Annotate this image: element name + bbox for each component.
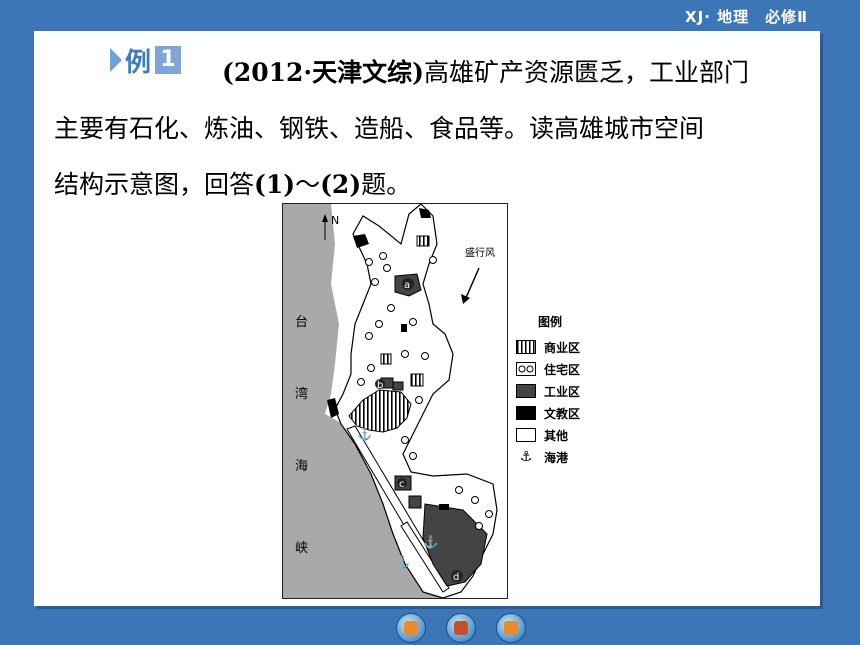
- marker-a: a: [404, 280, 410, 291]
- legend-label: 住宅区: [544, 362, 581, 377]
- question-ref-2: (2): [320, 170, 362, 199]
- legend-label: 工业区: [544, 384, 581, 399]
- map-legend: 图例 商业区 住宅区 工业区 文教区 其他 ⚓ 海港: [516, 313, 580, 468]
- legend-item-industrial: 工业区: [516, 380, 580, 402]
- question-line-1-text: 高雄矿产资源匮乏，工业部门: [423, 58, 749, 87]
- slide-navigation: [396, 613, 526, 643]
- question-source: (2012·天津文综): [222, 58, 424, 87]
- question-line-3: 结构示意图，回答(1)～(2)题。: [54, 165, 411, 201]
- home-button[interactable]: [446, 613, 476, 643]
- education-swatch: [516, 406, 536, 420]
- back-arrow-icon: [404, 621, 418, 635]
- marker-c: c: [399, 479, 405, 490]
- legend-title: 图例: [538, 315, 563, 329]
- forward-arrow-icon: [504, 621, 518, 635]
- question-tilde: ～: [295, 170, 321, 199]
- legend-item-other: 其他: [516, 424, 580, 446]
- industrial-zone-c2: [408, 495, 422, 509]
- anchor-icon: ⚓: [423, 535, 438, 549]
- legend-item-port: ⚓ 海港: [516, 446, 580, 468]
- legend-item-education: 文教区: [516, 402, 580, 424]
- strait-char: 台: [295, 315, 308, 330]
- north-label: N: [331, 214, 339, 227]
- commercial-swatch: [516, 340, 536, 354]
- strait-char: 湾: [295, 386, 308, 402]
- wind-arrow-icon: [464, 267, 480, 301]
- home-icon: [454, 621, 468, 635]
- other-swatch: [516, 428, 536, 442]
- legend-label: 商业区: [544, 340, 581, 355]
- strait-char: 海: [295, 459, 308, 474]
- question-line-3-text: 结构示意图，回答: [54, 170, 255, 199]
- legend-label: 其他: [544, 428, 569, 443]
- legend-label: 文教区: [544, 406, 581, 421]
- industrial-swatch: [516, 384, 536, 398]
- strait-char: 峡: [295, 541, 308, 556]
- industrial-zone-b2: [392, 381, 404, 391]
- previous-button[interactable]: [396, 613, 426, 643]
- wind-label: 盛行风: [465, 246, 495, 259]
- city-structure-map: ⚓ ⚓ ⚓ a b c d N 盛行风 台 湾 海 峡: [282, 203, 508, 599]
- wind-arrowhead-icon: [461, 294, 470, 304]
- commercial-zone-2: [380, 353, 392, 365]
- example-word: 例: [125, 47, 152, 78]
- marker-b: b: [377, 380, 383, 391]
- anchor-icon: ⚓: [357, 427, 372, 441]
- marker-d: d: [453, 572, 459, 583]
- residential-swatch: [516, 362, 536, 376]
- commercial-zone-north: [416, 235, 430, 247]
- legend-label: 海港: [544, 450, 569, 465]
- education-zone-2: [419, 208, 431, 218]
- question-line-3-end: 题。: [361, 170, 412, 199]
- arrow-icon: [110, 48, 122, 72]
- course-label: XJ· 地理 必修Ⅱ: [685, 8, 808, 26]
- anchor-icon: ⚓: [519, 449, 533, 465]
- question-line-2: 主要有石化、炼油、钢铁、造船、食品等。读高雄城市空间: [54, 114, 705, 143]
- map-svg: ⚓ ⚓ ⚓ a b c d N 盛行风 台 湾 海 峡: [283, 203, 498, 599]
- question-line-1: (2012·天津文综)高雄矿产资源匮乏，工业部门: [222, 53, 749, 89]
- question-ref-1: (1): [254, 170, 296, 199]
- next-button[interactable]: [496, 613, 526, 643]
- example-number: 1: [155, 46, 182, 74]
- legend-item-commercial: 商业区: [516, 336, 580, 358]
- legend-item-residential: 住宅区: [516, 358, 580, 380]
- education-zone-3: [401, 324, 407, 332]
- anchor-icon: ⚓: [395, 555, 410, 569]
- example-badge: 例 1: [110, 44, 182, 78]
- education-zone-5: [439, 504, 449, 510]
- commercial-zone-3: [410, 373, 424, 387]
